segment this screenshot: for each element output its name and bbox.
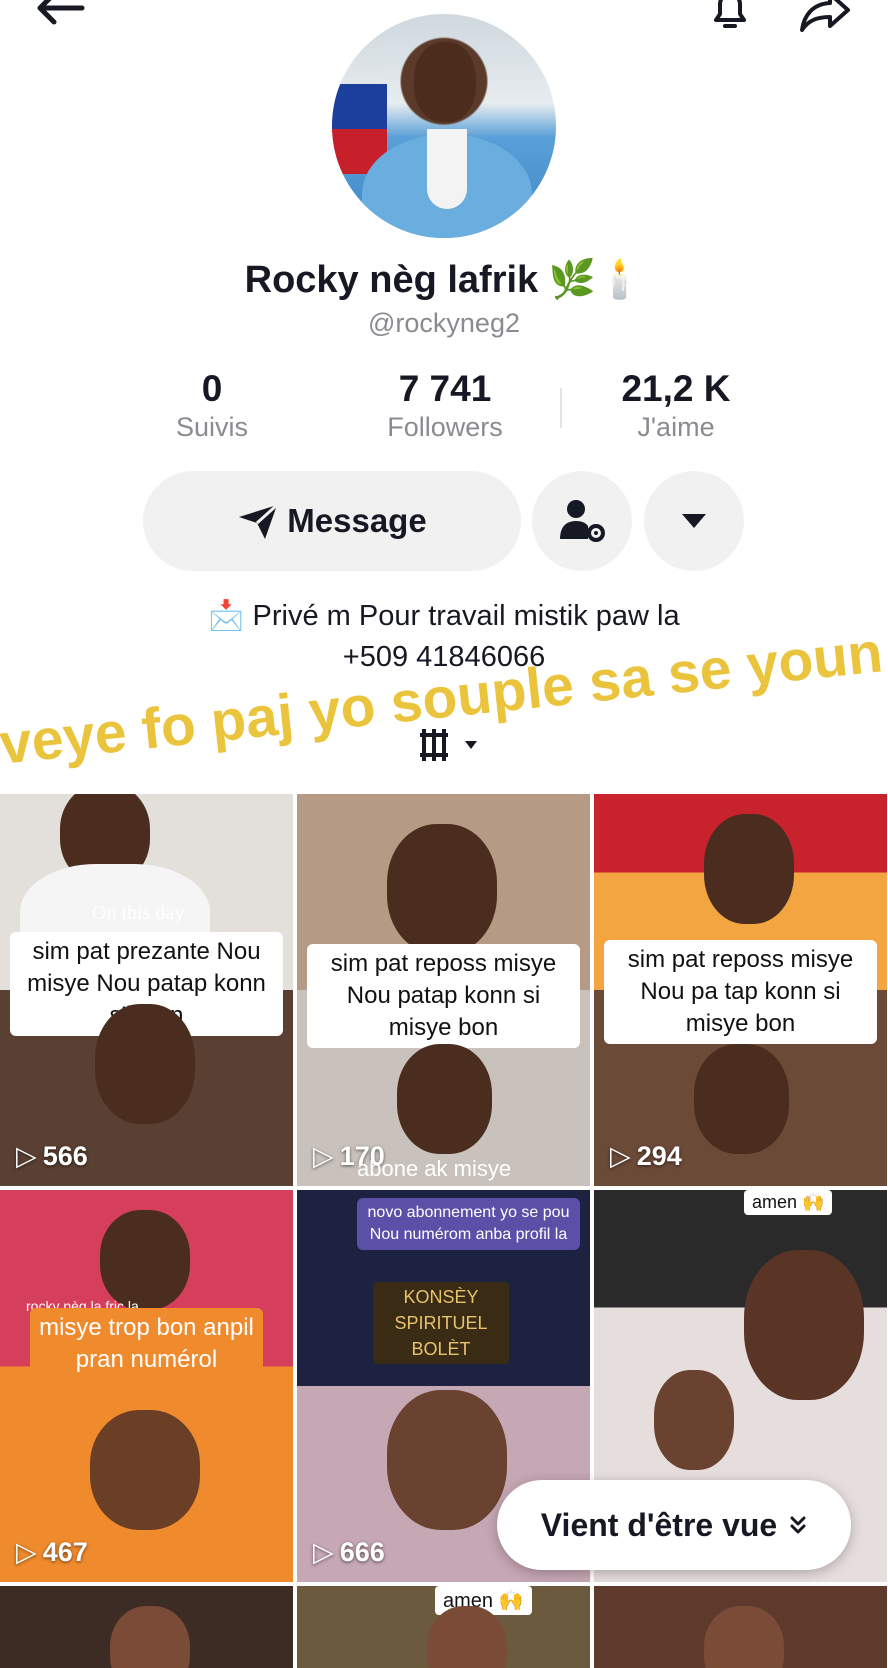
- share-icon[interactable]: [796, 0, 856, 34]
- stat-following-value: 0: [201, 368, 223, 409]
- stat-followers-value: 7 741: [398, 368, 492, 409]
- thumbnail-caption: sim pat reposs misye Nou pa tap konn si …: [604, 940, 877, 1044]
- stat-following[interactable]: 0 Suivis: [112, 368, 312, 443]
- thumbnail-overlay-text: abone ak misye: [357, 1156, 512, 1181]
- bell-icon[interactable]: [706, 0, 754, 34]
- back-arrow-icon[interactable]: [30, 0, 90, 28]
- profile-name: Rocky nèg lafrik 🌿🕯️: [244, 259, 644, 301]
- person-settings-icon: [556, 495, 608, 547]
- video-thumbnail[interactable]: amen 🙌: [297, 1586, 590, 1668]
- play-icon: ▷: [610, 1141, 631, 1171]
- manage-account-button[interactable]: [532, 471, 632, 571]
- view-count: ▷ 294: [610, 1141, 682, 1171]
- recently-viewed-label: Vient d'être vue: [540, 1506, 778, 1543]
- stat-followers-label: Followers: [387, 412, 503, 442]
- message-button[interactable]: Message: [143, 471, 521, 571]
- stat-likes-label: J'aime: [637, 412, 715, 442]
- send-icon: [237, 501, 279, 541]
- stat-divider: [560, 388, 562, 428]
- recently-viewed-button[interactable]: Vient d'être vue: [497, 1480, 851, 1570]
- view-count: ▷ 566: [16, 1141, 88, 1171]
- thumbnail-caption: misye trop bon anpil pran numérol: [30, 1308, 263, 1380]
- stat-following-label: Suivis: [175, 412, 249, 442]
- thumbnail-caption: sim pat reposs misye Nou patap konn si m…: [307, 944, 580, 1048]
- play-icon: ▷: [16, 1537, 37, 1567]
- play-icon: ▷: [16, 1141, 37, 1171]
- video-thumbnail[interactable]: On this day sim pat prezante Nou misye N…: [0, 794, 293, 1186]
- stat-followers[interactable]: 7 741 Followers: [345, 368, 545, 443]
- video-thumbnail[interactable]: sim pat reposs misye Nou patap konn si m…: [297, 794, 590, 1186]
- view-count: ▷ 666: [313, 1537, 385, 1567]
- thumbnail-logo-text: KONSÈY SPIRITUEL BOLÈT: [373, 1282, 509, 1364]
- dropdown-caret-icon: [464, 740, 478, 750]
- message-button-label: Message: [287, 502, 427, 539]
- video-thumbnail[interactable]: [594, 1586, 887, 1668]
- stat-likes[interactable]: 21,2 K J'aime: [576, 368, 776, 443]
- thumbnail-caption: novo abonnement yo se pou Nou numérom an…: [357, 1198, 580, 1250]
- chevron-down-icon: [680, 512, 708, 530]
- video-thumbnail[interactable]: sim pat reposs misye Nou pa tap konn si …: [594, 794, 887, 1186]
- play-icon: ▷: [313, 1537, 334, 1567]
- play-icon: ▷: [313, 1141, 334, 1171]
- stat-likes-value: 21,2 K: [621, 368, 731, 409]
- thumbnail-caption: amen 🙌: [744, 1190, 833, 1215]
- video-thumbnail[interactable]: rocky nèg la fric la misye trop bon anpi…: [0, 1190, 293, 1582]
- profile-avatar[interactable]: [332, 14, 556, 238]
- video-thumbnail[interactable]: [0, 1586, 293, 1668]
- double-chevron-down-icon: [789, 1515, 807, 1535]
- view-count: ▷ 467: [16, 1537, 88, 1567]
- more-options-button[interactable]: [644, 471, 744, 571]
- profile-handle: @rockyneg2: [368, 308, 520, 338]
- on-this-day-label: On this day: [92, 902, 185, 924]
